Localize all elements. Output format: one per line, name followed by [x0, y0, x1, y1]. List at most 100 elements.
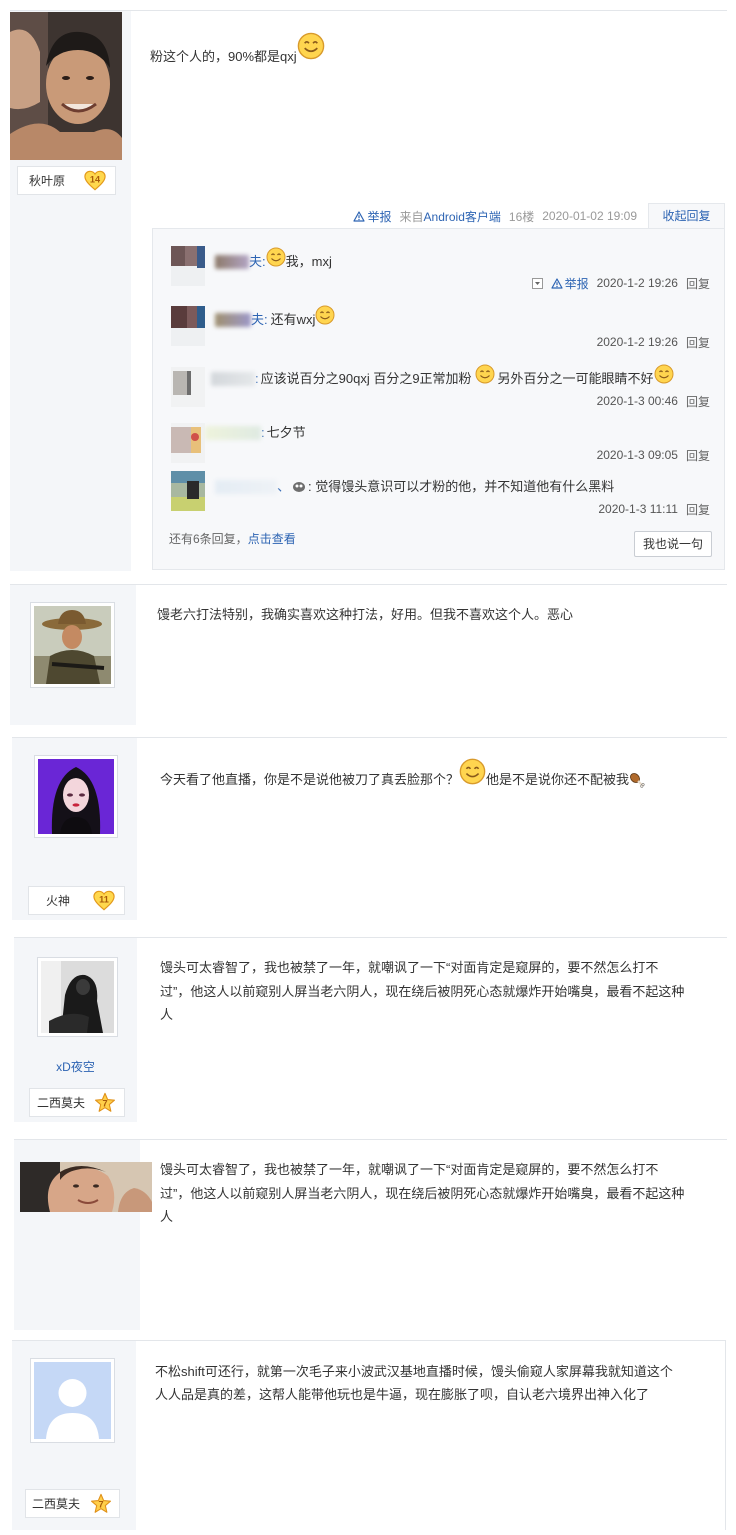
smiley-emoji-icon [475, 364, 495, 384]
report-warning-icon [550, 277, 563, 289]
user-rank-badge[interactable]: 二西莫夫 7 [29, 1088, 125, 1117]
add-reply-button[interactable]: 我也说一句 [634, 531, 712, 557]
post-content: 今天看了他直播，你是不是说他被刀了真丢脸那个？ 他是不是说你还不配被我 [160, 758, 645, 791]
reply-meta: 2020-1-3 11:11 回复 [598, 501, 710, 517]
reply-action-link[interactable]: 回复 [686, 275, 710, 292]
more-replies-count: 还有6条回复， [169, 532, 248, 546]
gray-face-emoji-icon [293, 482, 306, 492]
post-text: 今天看了他直播，你是不是说他被刀了真丢脸那个？ [160, 772, 460, 787]
reply-time: 2020-1-3 00:46 [596, 394, 678, 408]
post-text-line: 馒头可太睿智了，我也被禁了一年，就嘲讽了一下“对面肯定是窥屏的，要不然怎么打不 [160, 1162, 659, 1177]
reply-username-tail[interactable]: 夫: [249, 253, 266, 271]
smiley-emoji-icon [297, 32, 324, 60]
collapse-replies-tab[interactable]: 收起回复 [648, 203, 725, 229]
reply-text: 我，mxj [285, 254, 332, 269]
post-text-line: 人 [160, 1209, 174, 1224]
reply-avatar-image [171, 246, 205, 286]
reply-username-blurred[interactable] [215, 480, 277, 494]
avatar-photo [38, 759, 114, 834]
post-text: 粉这个人的，90%都是qxj [150, 49, 297, 64]
post-source: 来自Android客户端 [400, 208, 501, 225]
level-heart-icon: 11 [93, 890, 115, 911]
post-border-right [725, 1340, 726, 1530]
reply-action-link[interactable]: 回复 [686, 334, 710, 351]
reply-box: 夫: 我，mxj 举报 2020-1-2 19:26 回复 夫: 还有wxj 2… [152, 228, 725, 570]
reply-row: 夫: 还有wxj [215, 305, 335, 331]
reply-row: : 七夕节 [205, 422, 306, 444]
reply-report-link[interactable]: 举报 [550, 275, 589, 292]
reply-avatar[interactable] [171, 367, 205, 407]
user-avatar[interactable] [37, 957, 118, 1037]
avatar-photo [20, 1162, 152, 1212]
user-avatar[interactable] [20, 1162, 152, 1212]
reply-text: 还有wxj [270, 312, 316, 327]
reply-text: 七夕节 [266, 425, 306, 440]
rank-title: 二西莫夫 [32, 1497, 81, 1511]
report-warning-icon [353, 210, 366, 222]
source-client-link[interactable]: Android客户端 [424, 210, 501, 224]
user-avatar[interactable] [34, 755, 118, 838]
report-label[interactable]: 举报 [367, 208, 391, 225]
avatar-photo [10, 12, 122, 160]
report-label[interactable]: 举报 [565, 275, 589, 292]
reply-action-link[interactable]: 回复 [686, 447, 710, 464]
level-number: 11 [99, 894, 109, 904]
level-star-icon: 7 [95, 1092, 115, 1112]
user-rank-badge[interactable]: 火神 11 [28, 886, 125, 915]
rank-title: 秋叶原 [29, 174, 66, 188]
reply-username-tail[interactable]: : [255, 370, 259, 388]
reply-username-blurred[interactable] [215, 313, 251, 327]
avatar-photo [34, 606, 111, 684]
avatar-photo [41, 961, 114, 1033]
reply-avatar[interactable] [171, 246, 205, 286]
user-avatar[interactable] [10, 12, 122, 160]
source-prefix: 来自 [399, 209, 424, 224]
reply-text-continued: 另外百分之一可能眼睛不好 [497, 371, 654, 386]
reply-action-link[interactable]: 回复 [686, 501, 710, 518]
reply-meta: 2020-1-3 09:05 回复 [597, 447, 710, 463]
user-rank-badge[interactable]: 二西莫夫 7 [25, 1489, 120, 1518]
drumstick-emoji-icon [630, 773, 645, 788]
smiley-emoji-icon [654, 364, 674, 384]
smiley-emoji-icon [315, 305, 335, 325]
reply-username-blurred[interactable] [215, 255, 249, 269]
reply-menu-dropdown-icon[interactable] [531, 277, 543, 289]
reply-time: 2020-1-3 11:11 [598, 502, 678, 516]
username-link[interactable]: xD夜空 [14, 1059, 137, 1075]
reply-username-blurred[interactable] [211, 372, 255, 386]
user-avatar[interactable] [30, 602, 115, 688]
reply-avatar[interactable] [171, 423, 205, 463]
reply-text: : 觉得馒头意识可以才粉的他，并不知道他有什么黑料 [308, 479, 615, 494]
more-replies: 还有6条回复，点击查看 [169, 531, 296, 547]
rank-title: 二西莫夫 [37, 1096, 86, 1110]
reply-username-tail[interactable]: 、 [277, 478, 290, 496]
post-text-line: 人 [160, 1007, 174, 1022]
reply-username-tail[interactable]: 夫: [251, 311, 268, 329]
reply-avatar[interactable] [171, 306, 205, 346]
level-number: 14 [90, 174, 101, 184]
reply-meta: 2020-1-3 00:46 回复 [597, 393, 710, 409]
post-content: 粉这个人的，90%都是qxj [150, 32, 325, 68]
default-avatar-icon [34, 1362, 111, 1439]
post-meta: 举报 来自Android客户端 16楼 2020-01-02 19:09 [353, 207, 637, 225]
reply-row: 夫: 我，mxj [215, 247, 332, 273]
post-text-line: 过”，他这人以前窥别人屏当老六阴人，现在绕后被阴死心态就爆炸开始嘴臭，最看不起这… [160, 984, 685, 999]
reply-avatar-image [171, 306, 205, 346]
user-avatar[interactable] [30, 1358, 115, 1443]
reply-avatar[interactable] [171, 471, 205, 511]
level-number: 7 [102, 1098, 107, 1108]
reply-action-link[interactable]: 回复 [686, 393, 710, 410]
floor-number: 16楼 [508, 209, 535, 224]
post-text-line: 过”，他这人以前窥别人屏当老六阴人，现在绕后被阴死心态就爆炸开始嘴臭，最看不起这… [160, 1186, 685, 1201]
level-number: 7 [98, 1499, 103, 1509]
reply-time: 2020-1-2 19:26 [596, 335, 678, 349]
user-rank-badge[interactable]: 秋叶原 14 [17, 166, 116, 195]
reply-avatar-image [171, 367, 205, 407]
reply-username-tail[interactable]: : [261, 424, 265, 442]
report-link[interactable]: 举报 [353, 208, 392, 225]
reply-username-blurred[interactable] [205, 426, 261, 440]
view-more-replies-link[interactable]: 点击查看 [248, 532, 296, 546]
post-text: 馒老六打法特别，我确实喜欢这种打法，好用。但我不喜欢这个人。恶心 [157, 607, 574, 622]
post-text-line: 不松shift可还行，就第一次毛子来小波武汉基地直播时候，馒头偷窥人家屏幕我就知… [155, 1364, 673, 1379]
reply-avatar-image [171, 423, 205, 463]
